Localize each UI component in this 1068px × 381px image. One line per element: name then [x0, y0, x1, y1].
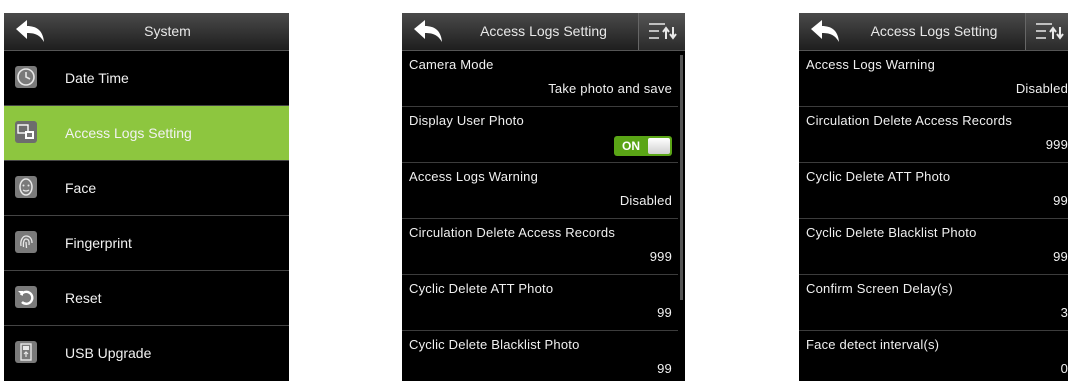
toggle-label: ON — [622, 139, 640, 153]
setting-value: 99 — [1053, 249, 1068, 264]
setting-value: 999 — [1045, 137, 1068, 152]
access-logs-icon — [15, 121, 37, 143]
setting-label: Circulation Delete Access Records — [409, 225, 616, 240]
sort-button[interactable] — [1025, 13, 1068, 50]
usb-icon — [15, 341, 37, 363]
setting-label: Access Logs Warning — [409, 169, 539, 184]
menu-item-date-time[interactable]: Date Time — [4, 51, 289, 106]
reset-icon — [15, 286, 37, 308]
setting-access-logs-warning[interactable]: Access Logs Warning Disabled — [799, 51, 1068, 107]
face-icon — [15, 176, 37, 198]
title-bar: Access Logs Setting — [402, 13, 685, 51]
setting-label: Access Logs Warning — [806, 57, 936, 72]
menu-item-reset[interactable]: Reset — [4, 271, 289, 326]
setting-circulation-delete-access-records[interactable]: Circulation Delete Access Records 999 — [799, 107, 1068, 163]
menu-item-fingerprint[interactable]: Fingerprint — [4, 216, 289, 271]
menu-label: Reset — [65, 290, 102, 306]
setting-label: Face detect interval(s) — [806, 337, 940, 352]
setting-cyclic-delete-att-photo[interactable]: Cyclic Delete ATT Photo 99 — [799, 163, 1068, 219]
setting-value: Disabled — [619, 193, 672, 208]
setting-value: Take photo and save — [548, 81, 672, 96]
setting-cyclic-delete-att-photo[interactable]: Cyclic Delete ATT Photo 99 — [402, 275, 678, 331]
clock-icon — [15, 66, 37, 88]
menu-item-face[interactable]: Face — [4, 161, 289, 216]
back-arrow-icon[interactable] — [809, 18, 841, 44]
setting-label: Confirm Screen Delay(s) — [806, 281, 953, 296]
setting-value: 3 — [1060, 305, 1068, 320]
setting-value: 0 — [1060, 361, 1068, 376]
back-arrow-icon[interactable] — [412, 18, 444, 44]
page-title: System — [144, 23, 191, 39]
setting-value: 99 — [657, 305, 672, 320]
toggle-knob — [648, 138, 670, 154]
title-bar: Access Logs Setting — [799, 13, 1068, 51]
menu-label: USB Upgrade — [65, 345, 152, 361]
fingerprint-icon — [15, 231, 37, 253]
setting-label: Cyclic Delete Blacklist Photo — [806, 225, 977, 240]
setting-label: Cyclic Delete ATT Photo — [409, 281, 554, 296]
sort-icon — [1036, 23, 1064, 40]
system-screen: System Date Time Access Logs Setting Fac… — [4, 13, 289, 381]
menu-item-usb-upgrade[interactable]: USB Upgrade — [4, 326, 289, 380]
scrollbar[interactable] — [680, 55, 683, 300]
menu-label: Date Time — [65, 70, 129, 86]
page-title: Access Logs Setting — [480, 23, 607, 39]
menu-label: Face — [65, 180, 97, 196]
sort-icon — [649, 23, 677, 40]
back-arrow-icon[interactable] — [14, 18, 46, 44]
setting-circulation-delete-access-records[interactable]: Circulation Delete Access Records 999 — [402, 219, 678, 275]
setting-label: Cyclic Delete ATT Photo — [806, 169, 951, 184]
setting-cyclic-delete-blacklist-photo[interactable]: Cyclic Delete Blacklist Photo 99 — [402, 331, 678, 381]
access-logs-setting-screen: Access Logs Setting Camera Mode Take pho… — [402, 13, 685, 381]
setting-value: 99 — [657, 361, 672, 376]
setting-label: Cyclic Delete Blacklist Photo — [409, 337, 580, 352]
access-logs-setting-screen-scrolled: Access Logs Setting Access Logs Warning … — [799, 13, 1068, 381]
menu-label: Fingerprint — [65, 235, 132, 251]
setting-value: 999 — [649, 249, 672, 264]
setting-display-user-photo[interactable]: Display User Photo ON — [402, 107, 678, 163]
menu-label: Access Logs Setting — [65, 125, 192, 141]
setting-camera-mode[interactable]: Camera Mode Take photo and save — [402, 51, 678, 107]
page-title: Access Logs Setting — [870, 23, 998, 39]
setting-confirm-screen-delay[interactable]: Confirm Screen Delay(s) 3 — [799, 275, 1068, 331]
setting-face-detect-interval[interactable]: Face detect interval(s) 0 — [799, 331, 1068, 381]
setting-label: Circulation Delete Access Records — [806, 113, 1013, 128]
display-user-photo-toggle[interactable]: ON — [614, 136, 672, 156]
setting-value: 99 — [1053, 193, 1068, 208]
setting-value: Disabled — [1015, 81, 1068, 96]
setting-label: Display User Photo — [409, 113, 524, 128]
menu-item-access-logs-setting[interactable]: Access Logs Setting — [4, 106, 289, 161]
sort-button[interactable] — [638, 13, 685, 50]
title-bar: System — [4, 13, 289, 51]
setting-cyclic-delete-blacklist-photo[interactable]: Cyclic Delete Blacklist Photo 99 — [799, 219, 1068, 275]
setting-access-logs-warning[interactable]: Access Logs Warning Disabled — [402, 163, 678, 219]
setting-label: Camera Mode — [409, 57, 494, 72]
